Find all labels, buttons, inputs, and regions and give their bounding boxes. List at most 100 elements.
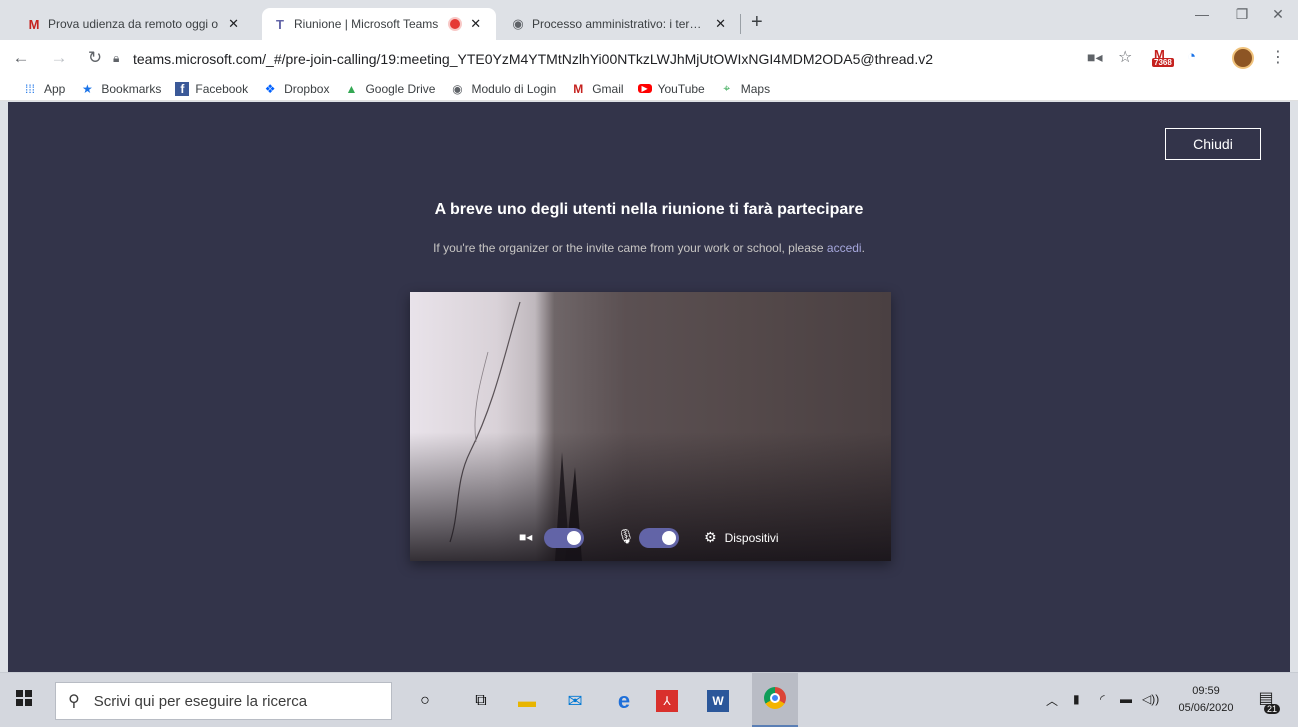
bookmark-gmail[interactable]: M Gmail <box>570 82 623 96</box>
gmail-icon: M <box>28 16 40 32</box>
devices-button[interactable]: ⚙ Dispositivi <box>704 529 779 546</box>
gear-icon: ⚙ <box>704 529 717 545</box>
wifi-icon[interactable]: ◜ <box>1100 692 1105 706</box>
task-view-icon[interactable]: ⧉ <box>466 686 496 716</box>
bookmark-label: Dropbox <box>284 81 330 96</box>
acrobat-icon[interactable]: ⅄ <box>656 690 678 712</box>
google-drive-icon: ▲ <box>345 81 358 96</box>
microphone-toggle[interactable] <box>639 528 679 548</box>
bookmark-label: Facebook <box>195 81 249 96</box>
bookmark-facebook[interactable]: f Facebook <box>175 81 249 96</box>
minimize-button[interactable]: — <box>1182 6 1222 22</box>
bookmark-label: App <box>44 81 66 96</box>
tab-title: Riunione | Microsoft Teams <box>294 17 439 31</box>
devices-label: Dispositivi <box>724 530 779 545</box>
camera-toggle[interactable] <box>544 528 584 548</box>
bookmark-label: Maps <box>740 81 771 96</box>
file-explorer-icon[interactable]: ▬ <box>512 686 542 716</box>
bookmark-dropbox[interactable]: ❖ Dropbox <box>262 81 330 96</box>
restore-button[interactable]: ❐ <box>1222 6 1262 23</box>
volume-icon[interactable]: ◁)) <box>1142 692 1159 706</box>
battery-icon[interactable]: ▬ <box>1120 692 1132 706</box>
forward-button[interactable]: → <box>48 48 70 68</box>
gmail-icon: M <box>573 81 584 96</box>
new-tab-button[interactable]: + <box>751 11 763 34</box>
tab-teams[interactable]: T Riunione | Microsoft Teams ✕ <box>262 8 496 40</box>
bookmark-label: YouTube <box>657 81 705 96</box>
reload-button[interactable]: ↻ <box>84 48 106 68</box>
search-placeholder: Scrivi qui per eseguire la ricerca <box>93 692 308 710</box>
globe-icon: ◉ <box>512 16 524 31</box>
facebook-icon: f <box>175 81 190 96</box>
window-close-button[interactable]: ✕ <box>1258 6 1298 23</box>
hint-text: If you're the organizer or the invite ca… <box>433 241 827 255</box>
chrome-icon-center <box>770 693 780 703</box>
close-icon[interactable]: ✕ <box>470 16 481 32</box>
sign-in-link[interactable]: accedi <box>827 241 862 255</box>
chrome-taskbar-button[interactable] <box>752 673 798 727</box>
browser-tab-strip: M Prova udienza da remoto oggi o ✕ T Riu… <box>0 0 1298 40</box>
bookmarks-bar: ⁞⁞⁞ App ★ Bookmarks f Facebook ❖ Dropbox… <box>0 77 1298 101</box>
address-url: teams.microsoft.com/_#/pre-join-calling/… <box>133 50 934 67</box>
camera-icon[interactable]: ■◂ <box>1087 49 1102 66</box>
tab-separator <box>740 14 741 34</box>
notification-count: 21 <box>1263 704 1280 714</box>
bookmark-modulo-login[interactable]: ◉ Modulo di Login <box>449 82 556 96</box>
bookmark-maps[interactable]: ⌖ Maps <box>719 81 770 96</box>
search-icon: ⚲ <box>68 693 80 710</box>
menu-icon[interactable]: ⋮ <box>1270 47 1286 67</box>
tab-gmail[interactable]: M Prova udienza da remoto oggi o ✕ <box>16 8 262 40</box>
media-controls: ■◂ 🎙︎ ⚙ Dispositivi <box>410 525 891 551</box>
mail-icon[interactable]: ✉ <box>560 686 590 716</box>
tray-usb-icon[interactable]: ▮ <box>1073 692 1080 706</box>
recording-icon <box>450 19 461 29</box>
word-icon[interactable]: W <box>707 690 729 712</box>
speed-extension-icon[interactable]: ◔ <box>1187 48 1196 65</box>
tab-title: Prova udienza da remoto oggi o <box>48 17 219 31</box>
toggle-knob <box>567 531 581 545</box>
camera-icon: ■◂ <box>519 530 533 544</box>
windows-taskbar: ⚲ Scrivi qui per eseguire la ricerca ○ ⧉… <box>0 672 1298 727</box>
gmail-badge: 7368 <box>1152 58 1174 67</box>
cortana-icon[interactable]: ○ <box>410 686 440 716</box>
lock-icon: 🔒︎ <box>113 51 120 65</box>
microphone-icon: 🎙︎ <box>617 528 635 544</box>
youtube-icon: ▶ <box>637 84 652 93</box>
bookmark-youtube[interactable]: ▶ YouTube <box>637 81 705 96</box>
dropbox-icon: ❖ <box>264 81 276 96</box>
gmail-extension-icon[interactable]: M 7368 <box>1152 47 1176 69</box>
close-icon[interactable]: ✕ <box>228 16 239 32</box>
bookmark-star-icon[interactable]: ☆ <box>1118 47 1132 67</box>
bookmark-label: Gmail <box>592 81 624 96</box>
notification-center-icon[interactable]: ▤ 21 <box>1254 688 1280 714</box>
star-icon: ★ <box>81 81 93 96</box>
globe-icon: ◉ <box>452 81 463 96</box>
tab-title: Processo amministrativo: i termin <box>532 17 706 31</box>
apps-grid-icon: ⁞⁞⁞ <box>24 81 35 96</box>
windows-start-icon[interactable] <box>16 690 32 706</box>
toggle-knob <box>662 531 676 545</box>
address-bar[interactable]: 🔒︎ teams.microsoft.com/_#/pre-join-calli… <box>113 44 973 73</box>
tray-chevron-icon[interactable]: ︿ <box>1046 692 1058 709</box>
clock-time: 09:59 <box>1192 685 1220 697</box>
taskbar-search[interactable]: ⚲ Scrivi qui per eseguire la ricerca <box>55 682 392 720</box>
internet-explorer-icon[interactable]: e <box>609 686 639 716</box>
close-icon[interactable]: ✕ <box>715 16 726 32</box>
hint-end: . <box>861 241 865 255</box>
teams-icon: T <box>276 16 284 32</box>
bookmark-label: Modulo di Login <box>471 81 557 96</box>
clock-date: 05/06/2020 <box>1178 702 1234 714</box>
back-button[interactable]: ← <box>10 48 32 68</box>
close-button[interactable]: Chiudi <box>1165 128 1261 160</box>
avatar[interactable] <box>1232 47 1254 69</box>
bookmark-bookmarks[interactable]: ★ Bookmarks <box>79 82 161 96</box>
maps-icon: ⌖ <box>723 81 731 95</box>
bookmark-app[interactable]: ⁞⁞⁞ App <box>22 82 65 96</box>
page-title: A breve uno degli utenti nella riunione … <box>434 201 864 218</box>
system-clock[interactable]: 09:59 05/06/2020 <box>1168 683 1244 717</box>
bookmark-label: Bookmarks <box>101 81 162 96</box>
browser-toolbar: ← → ↻ 🔒︎ teams.microsoft.com/_#/pre-join… <box>0 40 1298 77</box>
bookmark-label: Google Drive <box>365 81 436 96</box>
tab-processo[interactable]: ◉ Processo amministrativo: i termin ✕ <box>500 8 736 40</box>
bookmark-google-drive[interactable]: ▲ Google Drive <box>343 81 436 96</box>
